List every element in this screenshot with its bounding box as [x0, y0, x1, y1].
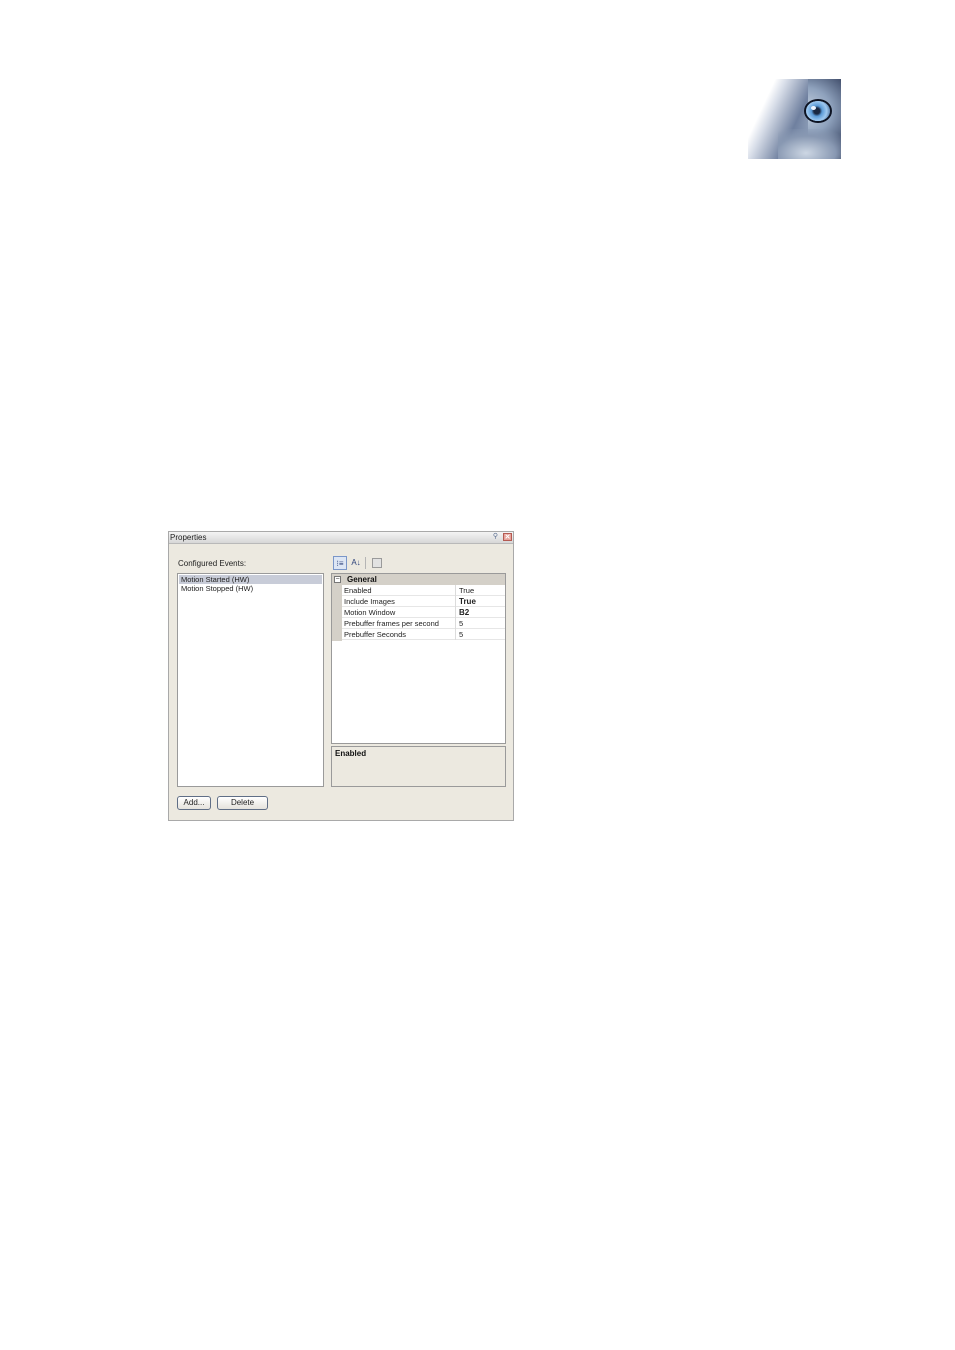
window-title: Properties: [170, 533, 207, 542]
property-name: Prebuffer frames per second: [344, 619, 439, 628]
categorized-icon[interactable]: ⁝≡: [333, 556, 347, 570]
grid-gutter: [332, 585, 342, 641]
title-bar[interactable]: Properties ⚲ ✕: [169, 532, 513, 544]
column-divider: [455, 607, 456, 618]
property-pages-icon[interactable]: [372, 558, 382, 568]
pin-icon[interactable]: ⚲: [491, 533, 500, 541]
logo-eye-glint: [811, 106, 816, 110]
wolf-eye-logo: [748, 79, 841, 159]
column-divider: [455, 596, 456, 607]
property-name: Enabled: [344, 586, 372, 595]
property-value[interactable]: True: [459, 585, 474, 596]
column-divider: [455, 629, 456, 640]
property-value[interactable]: True: [459, 596, 476, 607]
category-label: General: [347, 575, 377, 584]
logo-eye: [806, 101, 830, 121]
property-row-enabled[interactable]: Enabled True: [342, 585, 505, 596]
configured-events-label: Configured Events:: [178, 559, 247, 568]
property-row-prebuffer-seconds[interactable]: Prebuffer Seconds 5: [342, 629, 505, 640]
help-title: Enabled: [335, 749, 367, 758]
sort-alphabetical-icon[interactable]: A↓: [349, 556, 363, 570]
close-icon[interactable]: ✕: [503, 533, 512, 541]
logo-fur-lower: [778, 129, 841, 159]
add-button[interactable]: Add...: [177, 796, 211, 810]
property-value[interactable]: 5: [459, 629, 463, 640]
property-name: Motion Window: [344, 608, 396, 617]
property-value[interactable]: B2: [459, 607, 469, 618]
list-item[interactable]: Motion Stopped (HW): [179, 584, 253, 593]
column-divider: [455, 585, 456, 596]
list-item[interactable]: Motion Started (HW): [179, 575, 322, 584]
toolbar-separator: [365, 557, 366, 569]
property-help-panel: Enabled: [331, 746, 506, 787]
property-row-include-images[interactable]: Include Images True: [342, 596, 505, 607]
properties-window: Properties ⚲ ✕ Configured Events: Motion…: [168, 531, 514, 821]
property-row-motion-window[interactable]: Motion Window B2: [342, 607, 505, 618]
category-general[interactable]: − General: [332, 574, 505, 585]
column-divider: [455, 618, 456, 629]
property-row-prebuffer-fps[interactable]: Prebuffer frames per second 5: [342, 618, 505, 629]
property-value[interactable]: 5: [459, 618, 463, 629]
property-name: Include Images: [344, 597, 395, 606]
delete-button[interactable]: Delete: [217, 796, 268, 810]
property-grid: − General Enabled True Include Images Tr…: [331, 573, 506, 744]
collapse-icon[interactable]: −: [334, 576, 341, 583]
events-listbox[interactable]: Motion Started (HW) Motion Stopped (HW): [177, 573, 324, 787]
property-name: Prebuffer Seconds: [344, 630, 406, 639]
